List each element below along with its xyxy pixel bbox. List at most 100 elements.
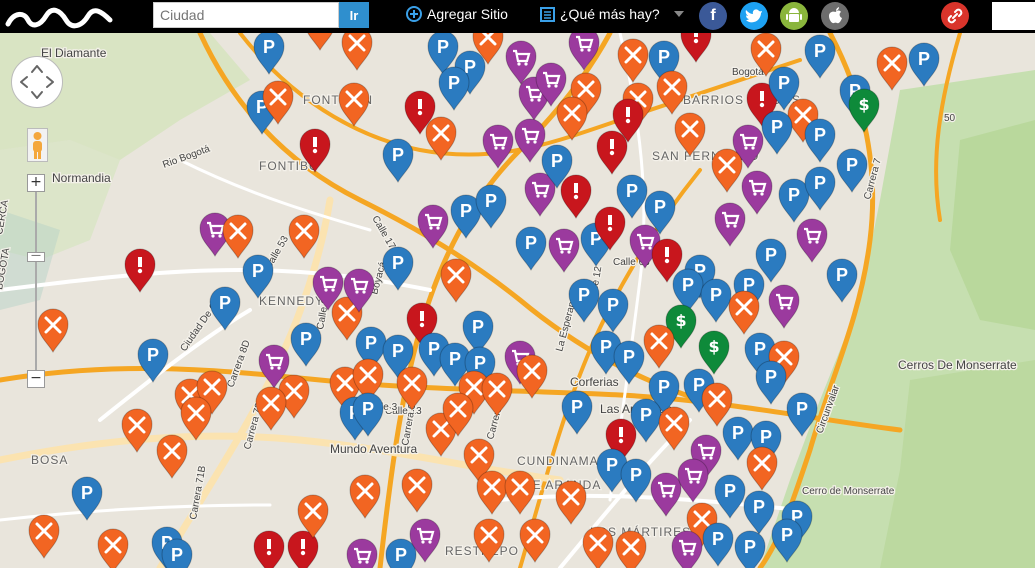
svg-text:P: P xyxy=(658,377,670,397)
parking-glyph-icon: P xyxy=(710,285,722,305)
android-icon[interactable] xyxy=(780,2,808,30)
svg-text:P: P xyxy=(448,73,460,93)
apple-icon[interactable] xyxy=(821,2,849,30)
parking-marker[interactable]: P xyxy=(161,538,193,568)
facebook-icon[interactable]: f xyxy=(699,2,727,30)
parking-glyph-icon: P xyxy=(788,185,800,205)
map-place-label: Corferias xyxy=(570,375,619,389)
parking-glyph-icon: P xyxy=(744,537,756,557)
site-logo[interactable] xyxy=(4,6,114,35)
money-glyph-icon: $ xyxy=(858,95,869,114)
parking-glyph-icon: P xyxy=(147,345,159,365)
parking-glyph-icon: P xyxy=(781,525,793,545)
svg-text:P: P xyxy=(760,427,772,447)
shopping-marker[interactable] xyxy=(346,538,378,568)
svg-text:P: P xyxy=(300,329,312,349)
zoom-out-button[interactable]: − xyxy=(27,370,45,388)
top-navigation-bar: Ir Agregar Sitio ¿Qué más hay? f xyxy=(0,0,1035,33)
zoom-in-button[interactable]: + xyxy=(27,174,45,192)
twitter-icon[interactable] xyxy=(740,2,768,30)
svg-text:P: P xyxy=(362,399,374,419)
parking-glyph-icon: P xyxy=(392,145,404,165)
parking-glyph-icon: P xyxy=(778,73,790,93)
parking-glyph-icon: P xyxy=(460,201,472,221)
alert-glyph-icon xyxy=(609,139,615,156)
map-place-label: Normandia xyxy=(52,171,111,185)
svg-text:P: P xyxy=(754,339,766,359)
svg-text:P: P xyxy=(712,529,724,549)
parking-glyph-icon: P xyxy=(918,49,930,69)
parking-glyph-icon: P xyxy=(630,465,642,485)
parking-glyph-icon: P xyxy=(654,197,666,217)
parking-glyph-icon: P xyxy=(525,233,537,253)
parking-glyph-icon: P xyxy=(765,245,777,265)
alert-glyph-icon xyxy=(312,137,318,154)
svg-text:P: P xyxy=(81,483,93,503)
alert-glyph-icon xyxy=(618,427,624,444)
add-site-button[interactable]: Agregar Sitio xyxy=(406,6,508,22)
parking-glyph-icon: P xyxy=(392,253,404,273)
go-button[interactable]: Ir xyxy=(339,2,369,28)
money-glyph-icon: $ xyxy=(708,337,719,356)
zoom-slider-track[interactable] xyxy=(35,183,37,379)
pan-control[interactable] xyxy=(11,56,63,108)
parking-marker[interactable]: P xyxy=(385,538,417,568)
alert-glyph-icon xyxy=(300,539,306,556)
svg-text:P: P xyxy=(654,197,666,217)
svg-text:P: P xyxy=(710,285,722,305)
alert-glyph-icon xyxy=(417,99,423,116)
svg-text:P: P xyxy=(219,293,231,313)
map-canvas[interactable]: El DiamanteNormandiaFONTIBÓNFONTIBÓRio B… xyxy=(0,33,1035,568)
street-view-pegman[interactable] xyxy=(27,128,48,162)
svg-text:P: P xyxy=(918,49,930,69)
svg-text:P: P xyxy=(626,181,638,201)
whats-more-dropdown[interactable]: ¿Qué más hay? xyxy=(540,6,685,22)
plus-circle-icon xyxy=(406,6,422,22)
zoom-slider-handle[interactable]: — xyxy=(27,251,45,262)
svg-text:P: P xyxy=(630,465,642,485)
parking-glyph-icon: P xyxy=(814,125,826,145)
parking-glyph-icon: P xyxy=(472,317,484,337)
parking-glyph-icon: P xyxy=(682,275,694,295)
parking-glyph-icon: P xyxy=(712,529,724,549)
svg-text:P: P xyxy=(788,185,800,205)
parking-glyph-icon: P xyxy=(607,295,619,315)
parking-glyph-icon: P xyxy=(765,367,777,387)
parking-glyph-icon: P xyxy=(395,545,407,565)
svg-text:P: P xyxy=(814,125,826,145)
link-icon[interactable] xyxy=(941,2,969,30)
chain-link-icon xyxy=(947,8,963,24)
parking-glyph-icon: P xyxy=(171,545,183,565)
svg-text:P: P xyxy=(392,341,404,361)
svg-text:P: P xyxy=(460,201,472,221)
svg-text:P: P xyxy=(525,233,537,253)
parking-glyph-icon: P xyxy=(814,173,826,193)
parking-glyph-icon: P xyxy=(658,47,670,67)
parking-glyph-icon: P xyxy=(606,455,618,475)
svg-text:$: $ xyxy=(708,337,719,356)
parking-glyph-icon: P xyxy=(300,329,312,349)
parking-glyph-icon: P xyxy=(771,117,783,137)
svg-text:P: P xyxy=(781,525,793,545)
svg-text:P: P xyxy=(147,345,159,365)
whats-more-label: ¿Qué más hay? xyxy=(560,6,660,22)
pegman-icon xyxy=(33,132,42,159)
parking-glyph-icon: P xyxy=(846,155,858,175)
svg-text:P: P xyxy=(263,37,275,57)
city-search-input[interactable] xyxy=(153,2,339,28)
svg-text:P: P xyxy=(682,275,694,295)
svg-text:P: P xyxy=(814,173,826,193)
svg-text:P: P xyxy=(744,537,756,557)
svg-text:P: P xyxy=(171,545,183,565)
svg-text:P: P xyxy=(658,47,670,67)
svg-text:P: P xyxy=(753,497,765,517)
parking-glyph-icon: P xyxy=(836,265,848,285)
android-robot-icon xyxy=(786,8,802,22)
user-field[interactable] xyxy=(992,2,1035,30)
parking-glyph-icon: P xyxy=(437,37,449,57)
parking-glyph-icon: P xyxy=(485,191,497,211)
svg-text:P: P xyxy=(836,265,848,285)
svg-text:P: P xyxy=(778,73,790,93)
money-glyph-icon: $ xyxy=(675,311,686,330)
svg-text:P: P xyxy=(765,367,777,387)
